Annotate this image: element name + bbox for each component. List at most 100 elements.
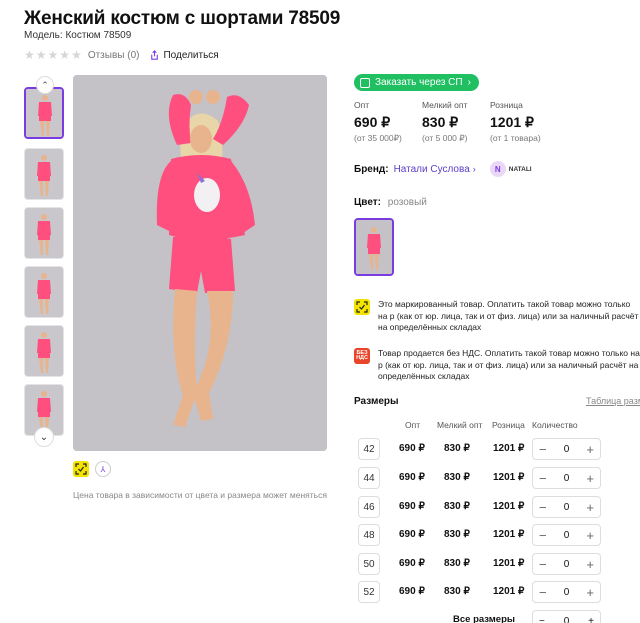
star-icon: ★ <box>71 48 82 62</box>
minus-icon[interactable]: − <box>539 585 547 600</box>
color-swatch[interactable] <box>354 218 394 276</box>
price-label: Мелкий опт <box>422 100 468 110</box>
price-label: Опт <box>354 100 370 110</box>
cart-icon <box>360 77 370 88</box>
thumbs-up-arrow-icon[interactable]: ⌃ <box>36 76 54 94</box>
quantity-stepper[interactable]: − 0 + <box>532 438 601 460</box>
quantity-value[interactable]: 0 <box>564 444 570 455</box>
size-price-small-opt: 830 ₽ <box>444 586 470 597</box>
quantity-value[interactable]: 0 <box>564 473 570 484</box>
size-row: 46 690 ₽ 830 ₽ 1201 ₽ − 0 + <box>358 496 640 520</box>
all-sizes-label: Все размеры <box>453 614 515 623</box>
price-value: 830 ₽ <box>422 114 459 130</box>
size-price-retail: 1201 ₽ <box>493 529 525 540</box>
col-header-opt: Опт <box>405 420 421 430</box>
brand-logo-text: NATALI <box>508 165 532 173</box>
size-label: 46 <box>358 496 380 518</box>
quantity-stepper[interactable]: − 0 + <box>532 524 601 546</box>
price-block: Опт 690 ₽ (от 35 000₽) Мелкий опт 830 ₽ … <box>354 100 558 144</box>
size-price-small-opt: 830 ₽ <box>444 501 470 512</box>
thumbnail-image[interactable] <box>24 207 64 259</box>
plus-icon[interactable]: + <box>586 442 594 457</box>
size-price-opt: 690 ₽ <box>399 443 425 454</box>
notice-text: Товар продается без НДС. Оплатить такой … <box>378 348 640 381</box>
size-label: 50 <box>358 553 380 575</box>
thumbnail-image[interactable] <box>24 325 64 377</box>
notice-no-vat: БЕЗ НДС Товар продается без НДС. Оплатит… <box>354 348 640 383</box>
size-label: 48 <box>358 524 380 546</box>
size-row: 48 690 ₽ 830 ₽ 1201 ₽ − 0 + <box>358 524 640 548</box>
thumbnail-image[interactable] <box>24 87 64 139</box>
plus-icon[interactable]: + <box>586 500 594 515</box>
price-min: (от 35 000₽) <box>354 133 402 143</box>
size-price-retail: 1201 ₽ <box>493 558 525 569</box>
all-sizes-qty[interactable]: 0 <box>564 616 570 623</box>
size-row: 52 690 ₽ 830 ₽ 1201 ₽ − 0 + <box>358 581 640 605</box>
thumbs-down-arrow-icon[interactable]: ⌄ <box>34 427 54 447</box>
size-price-retail: 1201 ₽ <box>493 586 525 597</box>
size-label: 44 <box>358 467 380 489</box>
price-opt: Опт 690 ₽ (от 35 000₽) <box>354 100 422 144</box>
plus-icon[interactable]: + <box>586 471 594 486</box>
product-main-image[interactable] <box>73 75 327 451</box>
chevron-right-icon: › <box>472 164 476 174</box>
quantity-value[interactable]: 0 <box>564 559 570 570</box>
brand-link[interactable]: Натали Суслова <box>394 164 470 175</box>
size-row: 42 690 ₽ 830 ₽ 1201 ₽ − 0 + <box>358 438 640 462</box>
size-price-retail: 1201 ₽ <box>493 443 525 454</box>
quantity-stepper[interactable]: − 0 + <box>532 496 601 518</box>
thumbnail-image[interactable] <box>24 266 64 318</box>
quantity-value[interactable]: 0 <box>564 502 570 513</box>
minus-icon[interactable]: − <box>539 471 547 486</box>
size-row: 44 690 ₽ 830 ₽ 1201 ₽ − 0 + <box>358 467 640 491</box>
share-icon <box>151 49 159 60</box>
plus-icon[interactable]: + <box>586 585 594 600</box>
quantity-value[interactable]: 0 <box>564 587 570 598</box>
rating-row: ★ ★ ★ ★ ★ Отзывы (0) Поделиться <box>24 49 219 61</box>
price-min: (от 5 000 ₽) <box>422 133 468 143</box>
price-small-opt: Мелкий опт 830 ₽ (от 5 000 ₽) <box>422 100 490 144</box>
hanger-icon: ⅄ <box>95 461 111 477</box>
star-icon: ★ <box>35 48 47 62</box>
all-sizes-stepper[interactable]: − 0 + <box>532 610 601 623</box>
plus-icon[interactable]: + <box>586 557 594 572</box>
minus-icon[interactable]: − <box>539 500 547 515</box>
price-value: 1201 ₽ <box>490 114 534 130</box>
marking-icons: ⅄ <box>73 461 111 477</box>
minus-icon[interactable]: − <box>539 528 547 543</box>
star-icon: ★ <box>24 48 35 62</box>
brand-logo[interactable]: N <box>489 161 506 177</box>
plus-icon[interactable]: + <box>588 616 594 623</box>
size-price-small-opt: 830 ₽ <box>444 443 470 454</box>
minus-icon[interactable]: − <box>539 442 547 457</box>
notice-marked: Это маркированный товар. Оплатить такой … <box>354 299 640 334</box>
order-sp-button[interactable]: Заказать через СП › <box>354 74 479 91</box>
size-table-link[interactable]: Таблица разм <box>586 396 640 406</box>
reviews-link[interactable]: Отзывы (0) <box>88 50 140 61</box>
share-button[interactable]: Поделиться <box>149 49 219 61</box>
size-price-small-opt: 830 ₽ <box>444 529 470 540</box>
marking-icon <box>354 299 370 315</box>
notice-text: Это маркированный товар. Оплатить такой … <box>378 299 639 332</box>
quantity-stepper[interactable]: − 0 + <box>532 467 601 489</box>
size-price-opt: 690 ₽ <box>399 529 425 540</box>
minus-icon[interactable]: − <box>539 616 545 623</box>
color-value: розовый <box>387 197 427 208</box>
rating-stars[interactable]: ★ ★ ★ ★ ★ <box>24 49 82 61</box>
plus-icon[interactable]: + <box>586 528 594 543</box>
quantity-value[interactable]: 0 <box>564 530 570 541</box>
swatch-photo <box>356 220 392 274</box>
size-label: 42 <box>358 438 380 460</box>
brand-row: Бренд: Натали Суслова › N NATALI <box>354 161 532 177</box>
price-note: Цена товара в зависимости от цвета и раз… <box>73 490 327 500</box>
minus-icon[interactable]: − <box>539 557 547 572</box>
quantity-stepper[interactable]: − 0 + <box>532 553 601 575</box>
thumbnail-image[interactable] <box>24 148 64 200</box>
product-title: Женский костюм с шортами 78509 <box>24 8 341 29</box>
product-model: Модель: Костюм 78509 <box>24 30 132 41</box>
chevron-right-icon: › <box>467 77 471 88</box>
size-price-opt: 690 ₽ <box>399 558 425 569</box>
brand-label: Бренд: <box>354 163 389 175</box>
price-min: (от 1 товара) <box>490 133 541 143</box>
quantity-stepper[interactable]: − 0 + <box>532 581 601 603</box>
